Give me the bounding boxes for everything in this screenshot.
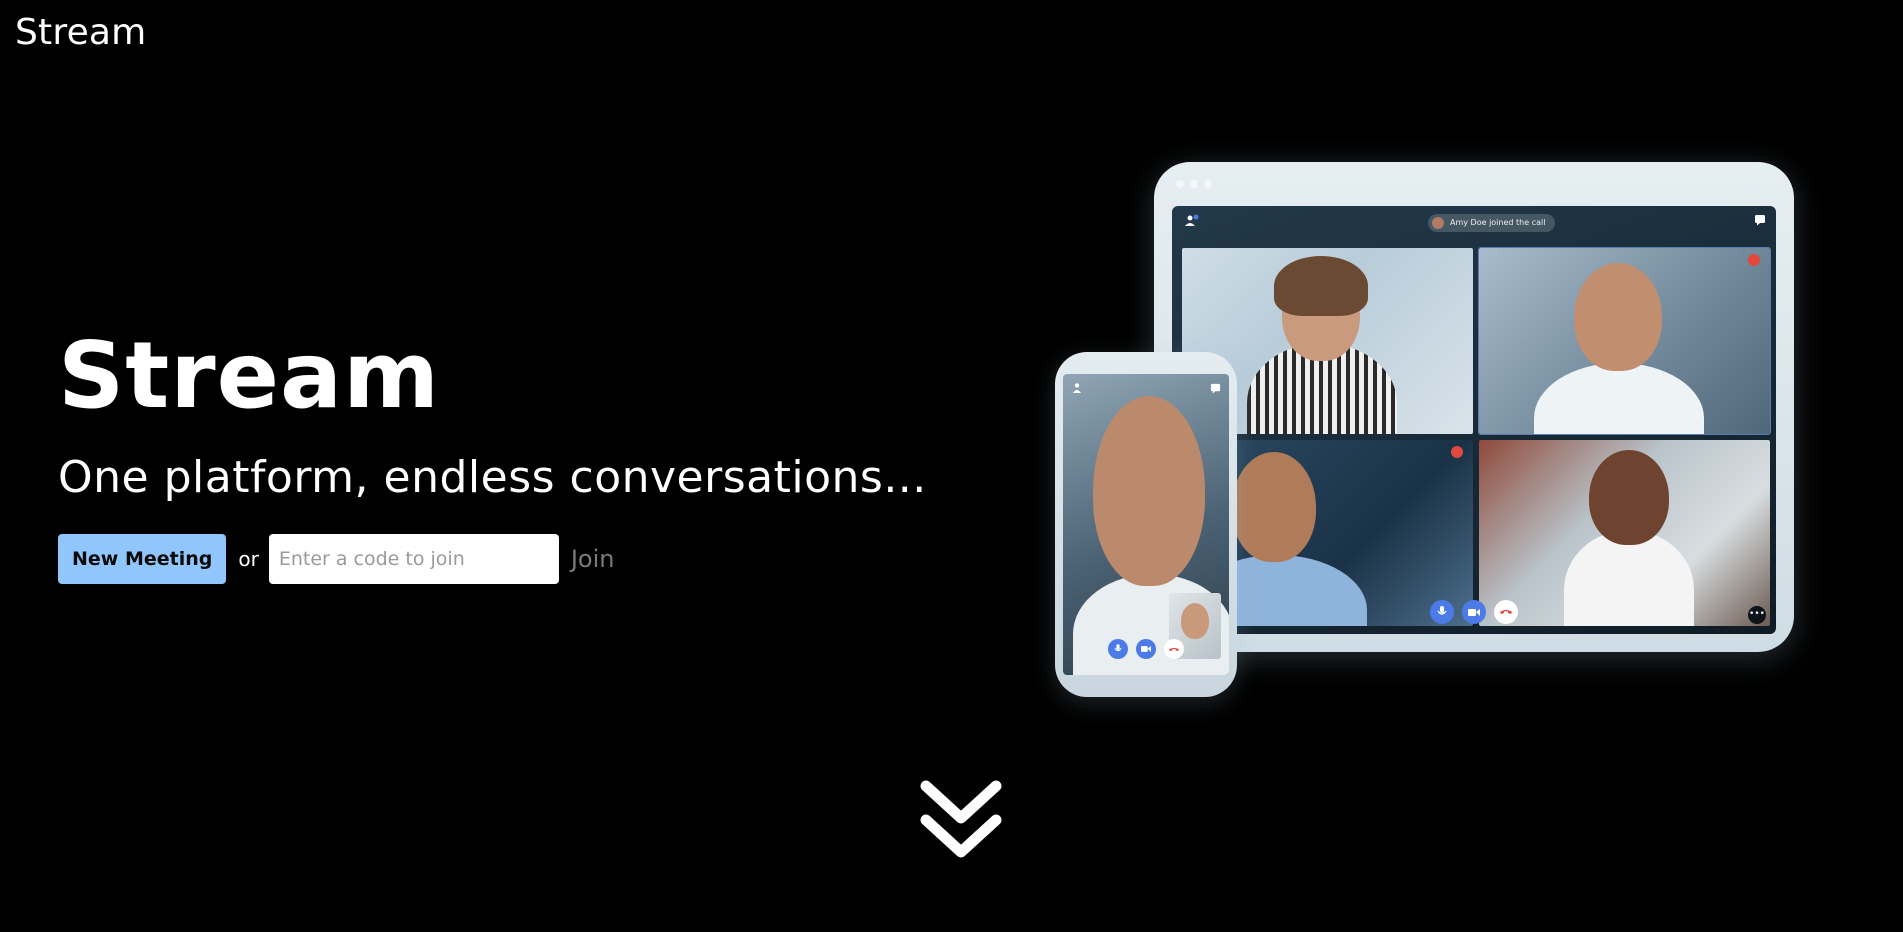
hero-title: Stream xyxy=(58,322,440,429)
hero-subtitle: One platform, endless conversations... xyxy=(58,452,927,503)
or-label: or xyxy=(238,547,259,571)
phone-call-controls xyxy=(1063,639,1229,663)
video-call-illustration: Amy Doe joined the call ••• xyxy=(1055,162,1795,702)
video-icon xyxy=(1136,639,1156,659)
mic-icon xyxy=(1108,639,1128,659)
participant-grid xyxy=(1182,247,1771,626)
joined-notice: Amy Doe joined the call xyxy=(1428,214,1556,232)
video-icon xyxy=(1462,600,1486,624)
join-button[interactable]: Join xyxy=(571,545,615,573)
new-meeting-button[interactable]: New Meeting xyxy=(58,534,227,584)
meeting-code-input[interactable] xyxy=(268,534,559,584)
header-logo[interactable]: Stream xyxy=(15,12,146,53)
phone-hangup-icon xyxy=(1494,600,1518,624)
participants-icon xyxy=(1184,214,1200,230)
participants-icon xyxy=(1071,382,1087,398)
phone-mockup xyxy=(1055,352,1237,697)
muted-icon xyxy=(1451,446,1463,458)
page: Stream Stream One platform, endless conv… xyxy=(0,0,1903,932)
chat-icon xyxy=(1207,382,1223,398)
tablet-mockup: Amy Doe joined the call ••• xyxy=(1154,162,1794,652)
meeting-actions: New Meeting or Join xyxy=(58,534,958,584)
phone-screen xyxy=(1063,374,1229,675)
participant-tile xyxy=(1479,440,1770,626)
phone-hangup-icon xyxy=(1164,639,1184,659)
mic-icon xyxy=(1430,600,1454,624)
participant-tile xyxy=(1478,247,1771,435)
double-chevron-down-icon[interactable] xyxy=(916,780,1006,864)
muted-icon xyxy=(1748,254,1760,266)
hero-section: Stream One platform, endless conversatio… xyxy=(58,330,958,584)
tablet-call-controls xyxy=(1172,600,1776,626)
chat-icon xyxy=(1752,214,1768,230)
more-icon: ••• xyxy=(1748,606,1766,624)
tablet-screen: Amy Doe joined the call ••• xyxy=(1172,206,1776,634)
window-dots xyxy=(1176,180,1212,188)
